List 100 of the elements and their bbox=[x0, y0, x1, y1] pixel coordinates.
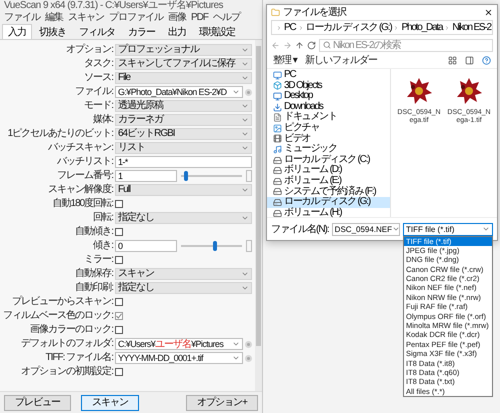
nav-item[interactable]: ローカル ディスク (C:) bbox=[267, 154, 390, 166]
nav-item[interactable]: Desktop bbox=[267, 91, 390, 102]
nav-item[interactable]: ビデオ bbox=[267, 134, 390, 144]
file-name-field[interactable]: DSC_0594.NEF bbox=[332, 222, 400, 236]
tab[interactable]: 入力 bbox=[2, 24, 32, 39]
chevron-icon bbox=[444, 24, 450, 30]
field-label: 画像カラーのロック: bbox=[29, 324, 113, 336]
nav-item[interactable]: ピクチャ bbox=[267, 122, 390, 134]
field-label: ファイル: bbox=[74, 86, 113, 98]
toolbar-button[interactable]: 新しいフォルダー bbox=[304, 54, 377, 66]
file-type-dropdown[interactable]: TIFF file (*.tif) bbox=[403, 222, 493, 236]
close-icon[interactable] bbox=[484, 8, 493, 17]
number-field[interactable]: 0 bbox=[115, 240, 177, 252]
field-label: 媒体: bbox=[92, 114, 113, 126]
dropdown[interactable]: 指定なし bbox=[115, 282, 252, 294]
number-field[interactable]: 1 bbox=[115, 170, 177, 182]
chevron-icon bbox=[393, 24, 400, 30]
field-label: 傾き: bbox=[92, 240, 113, 252]
checkbox[interactable] bbox=[115, 228, 123, 236]
breadcrumb-item[interactable]: Nikon ES-2 bbox=[452, 22, 491, 34]
view-icon[interactable] bbox=[448, 56, 457, 65]
field-label: バッチリスト: bbox=[56, 156, 113, 168]
nav-item[interactable]: ミュージック bbox=[267, 144, 390, 155]
field-label: 回転: bbox=[92, 212, 113, 224]
dropdown[interactable]: カラーネガ bbox=[115, 114, 252, 126]
field-label: フレーム番号: bbox=[56, 170, 113, 182]
tab[interactable]: 環境設定 bbox=[193, 24, 241, 39]
field-label: オプションの初期設定: bbox=[20, 366, 113, 378]
nav-item[interactable]: ボリューム (E:) bbox=[267, 176, 390, 187]
field-label: ソース: bbox=[83, 72, 113, 84]
action-button[interactable]: プレビュー bbox=[4, 394, 71, 410]
monitor-icon bbox=[273, 70, 282, 80]
address-bar[interactable]: PC ローカル ディスク (G:) Photo_Data Nikon ES-2 bbox=[271, 20, 493, 35]
tab[interactable]: 出力 bbox=[162, 24, 192, 39]
nav-item[interactable]: ボリューム (H:) bbox=[267, 208, 390, 218]
dropdown[interactable]: リスト bbox=[115, 142, 252, 154]
dropdown[interactable]: File bbox=[115, 72, 252, 84]
tab[interactable]: カラー bbox=[122, 24, 161, 39]
search-icon bbox=[323, 41, 331, 49]
tab[interactable]: 切抜き bbox=[33, 24, 72, 39]
window-title: VueScan 9 x64 (9.7.31) - C:¥Users¥ユーザ名¥Pictures bbox=[3, 0, 224, 12]
toolbar-button[interactable]: 整理 ▾ bbox=[273, 54, 297, 66]
nav-item[interactable]: ローカル ディスク (G:) bbox=[267, 197, 390, 208]
up-icon[interactable] bbox=[295, 40, 304, 50]
slider-thumb[interactable] bbox=[212, 241, 217, 251]
field-label: プレビューからスキャン: bbox=[11, 296, 113, 308]
menu-item[interactable]: ファイル bbox=[4, 12, 40, 24]
menu-item[interactable]: ヘルプ bbox=[213, 12, 240, 24]
nav-item[interactable]: PC bbox=[267, 70, 390, 81]
combo-field[interactable]: YYYY-MM-DD_0001+.tif bbox=[115, 352, 243, 364]
field-label: TIFF: ファイル名: bbox=[44, 352, 113, 364]
film-icon bbox=[273, 134, 282, 144]
refresh-icon[interactable] bbox=[307, 40, 316, 50]
dropdown[interactable]: 透過光原稿 bbox=[115, 100, 252, 112]
dropdown[interactable]: スキャンしてファイルに保存 bbox=[115, 58, 252, 70]
field-label: フィルムベース色のロック: bbox=[2, 310, 113, 322]
dropdown[interactable]: スキャン bbox=[115, 268, 252, 280]
field-label: スキャン解像度: bbox=[47, 184, 113, 196]
checkbox[interactable] bbox=[115, 312, 123, 320]
nav-item[interactable]: システムで予約済み (F:) bbox=[267, 186, 390, 198]
help-icon[interactable] bbox=[482, 56, 491, 65]
chevron-icon bbox=[298, 24, 304, 30]
checkbox[interactable] bbox=[115, 368, 123, 376]
combo-field[interactable]: G:¥Photo_Data¥Nikon ES-2¥D bbox=[115, 86, 243, 98]
nav-item[interactable]: ドキュメント bbox=[267, 112, 390, 123]
nav-item[interactable]: ボリューム (D:) bbox=[267, 165, 390, 176]
text-field[interactable]: 1-* bbox=[115, 156, 252, 168]
dropdown[interactable]: 指定なし bbox=[115, 212, 252, 224]
monitor-icon bbox=[273, 92, 282, 101]
action-button[interactable]: スキャン bbox=[81, 394, 139, 410]
nav-item[interactable]: 3D Objects bbox=[267, 80, 390, 92]
menu-item[interactable]: 編集 bbox=[45, 12, 63, 24]
scrollbar[interactable] bbox=[255, 40, 262, 391]
breadcrumb-item[interactable]: ローカル ディスク (G:) bbox=[306, 22, 392, 34]
dropdown[interactable]: Full bbox=[115, 184, 252, 196]
caret-icon bbox=[392, 225, 400, 233]
menu-item[interactable]: スキャン bbox=[68, 12, 104, 24]
pane-icon[interactable] bbox=[465, 56, 474, 65]
slider-thumb[interactable] bbox=[184, 171, 188, 181]
combo-field[interactable]: C:¥Users¥ユーザ名¥Pictures bbox=[115, 338, 243, 350]
file-name-label: ファイル名(N): bbox=[271, 223, 329, 236]
tab[interactable]: フィルタ bbox=[73, 24, 121, 39]
checkbox[interactable] bbox=[115, 200, 123, 208]
field-label: 自動傾き: bbox=[74, 226, 113, 238]
checkbox[interactable] bbox=[115, 326, 123, 334]
field-label: ミラー: bbox=[83, 254, 113, 266]
dropdown[interactable]: 64ビットRGBI bbox=[115, 128, 252, 140]
dropdown[interactable]: プロフェッショナル bbox=[115, 44, 252, 56]
action-button[interactable]: オプション+ bbox=[186, 394, 258, 410]
cube-icon bbox=[273, 81, 282, 90]
checkbox[interactable] bbox=[115, 298, 123, 306]
caret-icon bbox=[241, 186, 249, 194]
checkbox[interactable] bbox=[115, 256, 123, 264]
breadcrumb-item[interactable]: Photo_Data bbox=[401, 22, 442, 34]
drive-icon bbox=[273, 176, 282, 186]
breadcrumb-item[interactable]: PC bbox=[284, 22, 296, 34]
nav-item[interactable]: Downloads bbox=[267, 102, 390, 112]
menu-item[interactable]: プロファイル bbox=[109, 12, 163, 24]
menu-item[interactable]: PDF bbox=[191, 12, 208, 24]
menu-item[interactable]: 画像 bbox=[168, 12, 186, 24]
